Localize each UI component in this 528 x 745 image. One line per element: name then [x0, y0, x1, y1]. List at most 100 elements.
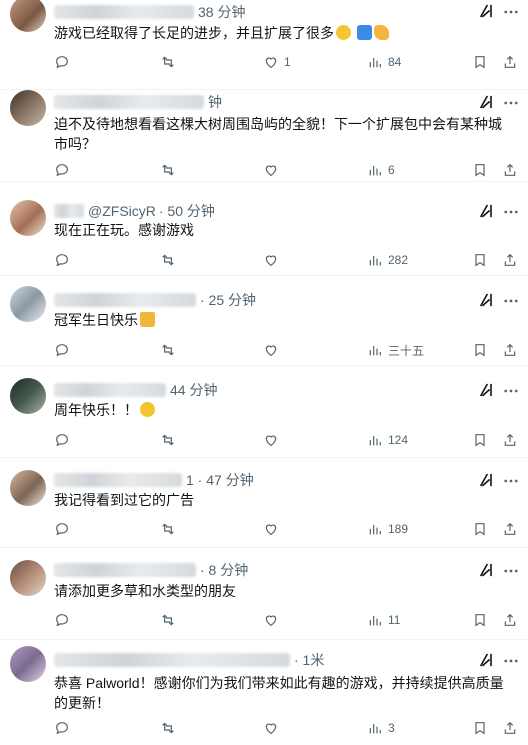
reply-item[interactable]: 44 分钟 周年快乐！！ 124 — [0, 366, 528, 458]
grok-icon[interactable] — [479, 203, 495, 219]
reply-text: 游戏已经取得了长足的进步，并且扩展了很多 — [54, 23, 506, 43]
bookmark-button[interactable] — [472, 52, 488, 72]
more-dots-icon[interactable] — [502, 562, 520, 580]
reply-button[interactable] — [54, 430, 70, 450]
reply-item[interactable]: · 8 分钟 请添加更多草和水类型的朋友 11 — [0, 548, 528, 640]
like-button[interactable]: 1 — [263, 52, 291, 72]
repost-button[interactable] — [160, 340, 176, 360]
grok-icon[interactable] — [479, 3, 495, 19]
repost-button[interactable] — [160, 718, 176, 738]
reply-item[interactable]: 钟 迫不及待地想看看这棵大树周围岛屿的全貌！下一个扩展包中会有某种城市吗？ 6 — [0, 90, 528, 182]
grok-icon[interactable] — [479, 562, 495, 578]
blurred-username — [54, 95, 204, 109]
share-button[interactable] — [502, 250, 518, 270]
repost-button[interactable] — [160, 610, 176, 630]
timestamp[interactable]: 1 · 47 分钟 — [186, 470, 254, 490]
reply-item[interactable]: 38 分钟 游戏已经取得了长足的进步，并且扩展了很多 1 84 — [0, 0, 528, 90]
blurred-username — [54, 563, 196, 577]
repost-arrows-icon — [162, 344, 174, 356]
views-button[interactable]: 6 — [367, 160, 395, 180]
share-button[interactable] — [502, 430, 518, 450]
share-button[interactable] — [502, 52, 518, 72]
reply-button[interactable] — [54, 160, 70, 180]
more-dots-icon[interactable] — [502, 292, 520, 310]
repost-button[interactable] — [160, 160, 176, 180]
timestamp[interactable]: · 50 分钟 — [159, 201, 215, 221]
more-dots-icon[interactable] — [502, 3, 520, 21]
share-button[interactable] — [502, 519, 518, 539]
reply-item[interactable]: · 1米 恭喜 Palworld！感谢你们为我们带来如此有趣的游戏，并持续提供高… — [0, 640, 528, 745]
heart-icon — [265, 723, 277, 735]
reply-text-content: 游戏已经取得了长足的进步，并且扩展了很多 — [54, 25, 334, 41]
views-button[interactable]: 84 — [367, 52, 401, 72]
avatar[interactable] — [10, 0, 46, 32]
avatar[interactable] — [10, 560, 46, 596]
bookmark-button[interactable] — [472, 519, 488, 539]
bookmark-button[interactable] — [472, 430, 488, 450]
reply-item[interactable]: · 25 分钟 冠军生日快乐 三十五 — [0, 276, 528, 366]
avatar[interactable] — [10, 90, 46, 126]
share-button[interactable] — [502, 610, 518, 630]
timestamp[interactable]: 钟 — [208, 92, 222, 112]
reply-item[interactable]: 1 · 47 分钟 我记得看到过它的广告 189 — [0, 458, 528, 548]
views-button[interactable]: 3 — [367, 718, 395, 738]
bookmark-button[interactable] — [472, 718, 488, 738]
bookmark-icon — [475, 56, 485, 69]
like-button[interactable] — [263, 519, 279, 539]
avatar[interactable] — [10, 378, 46, 414]
reply-text: 迫不及待地想看看这棵大树周围岛屿的全貌！下一个扩展包中会有某种城市吗？ — [54, 116, 502, 152]
share-button[interactable] — [502, 160, 518, 180]
repost-button[interactable] — [160, 430, 176, 450]
like-button[interactable] — [263, 340, 279, 360]
reply-button[interactable] — [54, 52, 75, 72]
views-button[interactable]: 282 — [367, 250, 408, 270]
grok-icon[interactable] — [479, 472, 495, 488]
avatar[interactable] — [10, 646, 46, 682]
share-upload-icon — [504, 721, 516, 734]
more-dots-icon[interactable] — [502, 203, 520, 221]
reply-button[interactable] — [54, 250, 70, 270]
bookmark-button[interactable] — [472, 340, 488, 360]
timestamp[interactable]: · 25 分钟 — [200, 290, 256, 310]
reply-button[interactable] — [54, 519, 70, 539]
bookmark-button[interactable] — [472, 250, 488, 270]
like-button[interactable] — [263, 430, 279, 450]
timestamp[interactable]: · 8 分钟 — [200, 560, 248, 580]
timestamp[interactable]: · 1米 — [294, 650, 324, 670]
share-button[interactable] — [502, 718, 518, 738]
share-button[interactable] — [502, 340, 518, 360]
reply-button[interactable] — [54, 718, 70, 738]
grok-icon[interactable] — [479, 652, 495, 668]
more-dots-icon[interactable] — [502, 382, 520, 400]
repost-button[interactable] — [160, 519, 176, 539]
reply-button[interactable] — [54, 610, 70, 630]
repost-button[interactable] — [160, 52, 181, 72]
avatar[interactable] — [10, 200, 46, 236]
views-button[interactable]: 三十五 — [367, 340, 424, 360]
reply-button[interactable] — [54, 340, 70, 360]
grok-icon[interactable] — [479, 94, 495, 110]
grok-icon[interactable] — [479, 382, 495, 398]
avatar[interactable] — [10, 286, 46, 322]
timestamp[interactable]: 38 分钟 — [198, 2, 245, 22]
like-button[interactable] — [263, 610, 279, 630]
views-button[interactable]: 189 — [367, 519, 408, 539]
reply-item[interactable]: @ZFSicyR · 50 分钟 现在正在玩。感谢游戏 282 — [0, 182, 528, 276]
repost-button[interactable] — [160, 250, 176, 270]
handle[interactable]: @ZFSicyR — [88, 203, 156, 219]
more-dots-icon[interactable] — [502, 472, 520, 490]
like-button[interactable] — [263, 250, 279, 270]
repost-arrows-icon — [162, 254, 174, 266]
like-button[interactable] — [263, 160, 279, 180]
grok-icon[interactable] — [479, 292, 495, 308]
more-dots-icon[interactable] — [502, 94, 520, 112]
views-button[interactable]: 124 — [367, 430, 408, 450]
like-button[interactable] — [263, 718, 279, 738]
bookmark-button[interactable] — [472, 160, 488, 180]
avatar[interactable] — [10, 470, 46, 506]
repost-arrows-icon — [162, 164, 174, 176]
bookmark-button[interactable] — [472, 610, 488, 630]
timestamp[interactable]: 44 分钟 — [170, 380, 217, 400]
more-dots-icon[interactable] — [502, 652, 520, 670]
views-button[interactable]: 11 — [367, 610, 400, 630]
